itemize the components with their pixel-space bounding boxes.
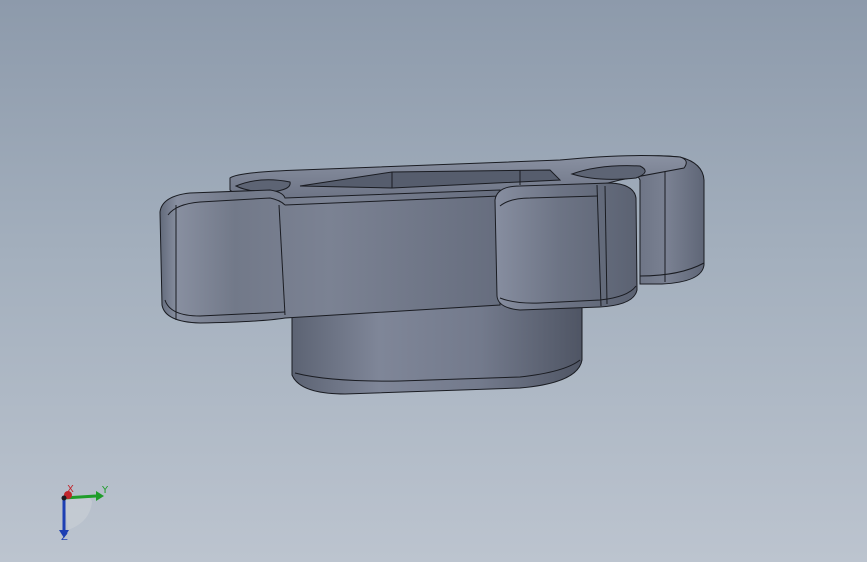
y-axis-label: Y xyxy=(102,485,109,496)
graphics-viewport[interactable]: X Y Z xyxy=(0,0,867,562)
front-right-lobe xyxy=(494,182,638,311)
front-body xyxy=(159,189,501,324)
z-axis-label: Z xyxy=(61,532,68,543)
orientation-triad[interactable]: X Y Z xyxy=(50,480,120,550)
x-axis-label: X xyxy=(67,484,74,495)
3d-part-model[interactable] xyxy=(0,0,867,562)
